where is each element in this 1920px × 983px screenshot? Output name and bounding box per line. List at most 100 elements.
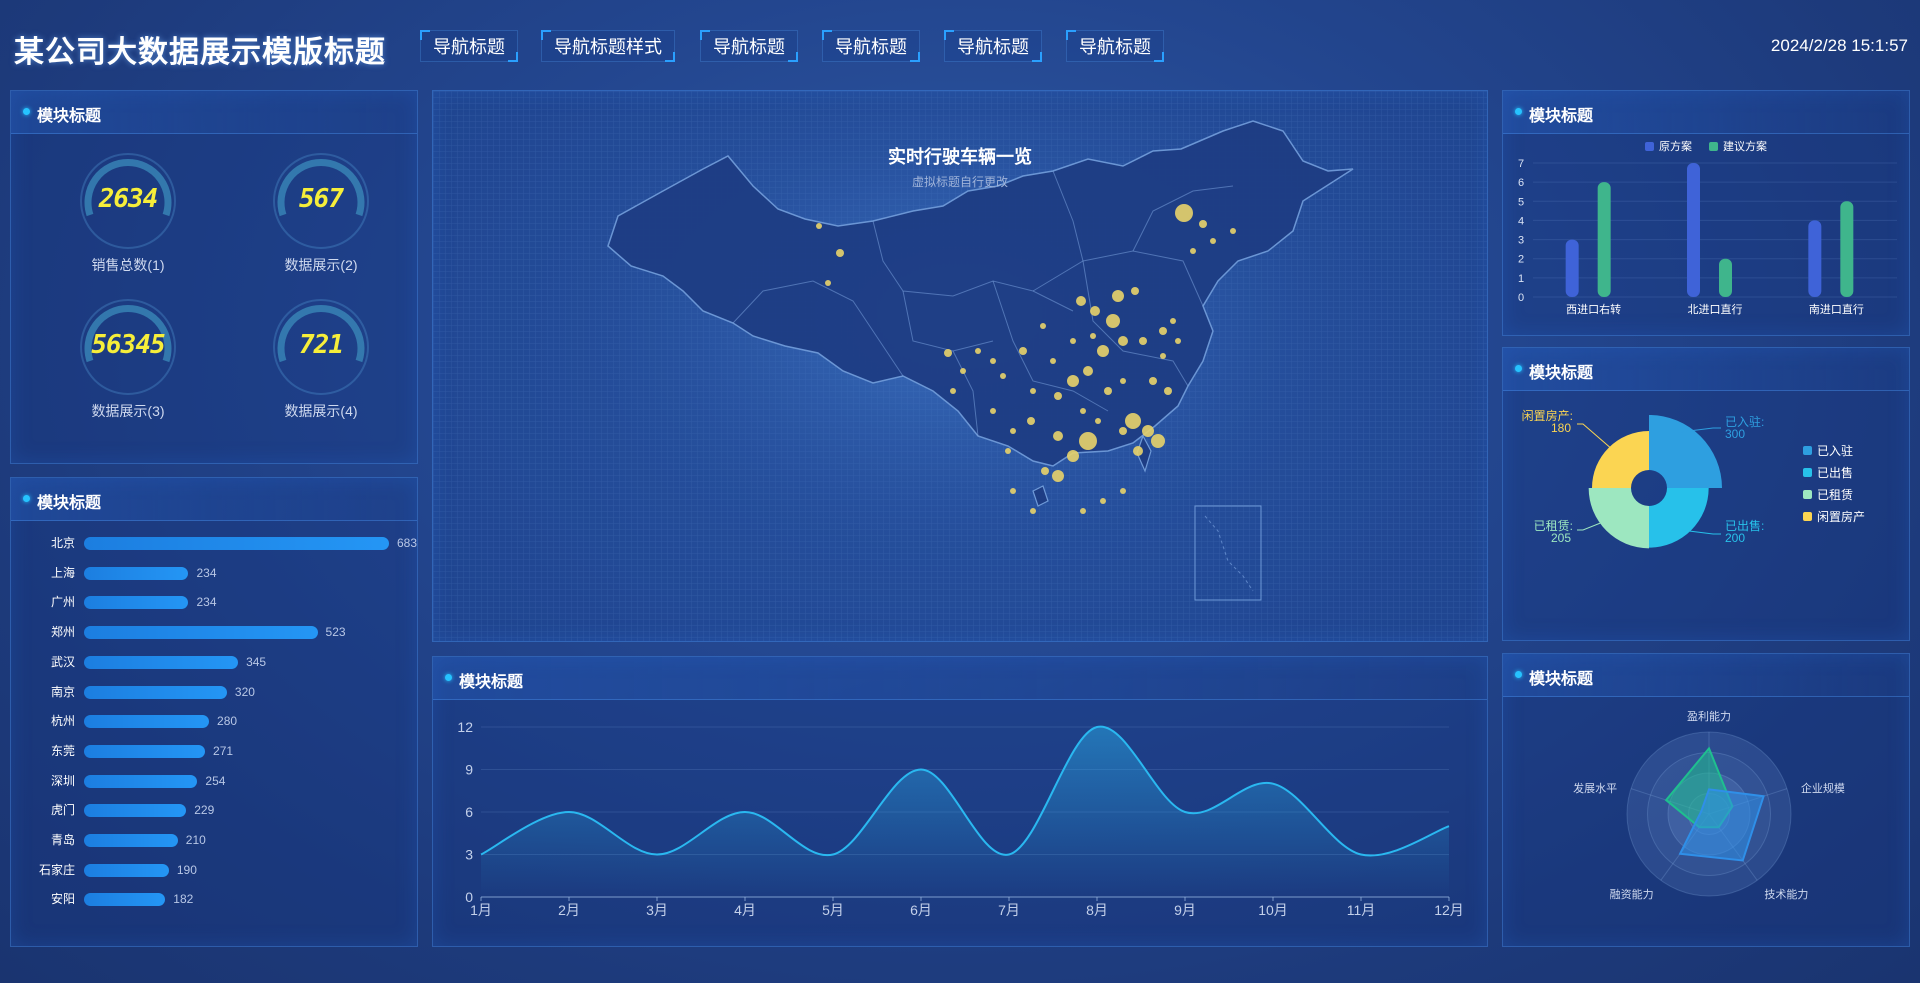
ranking-bar — [84, 863, 169, 877]
slice-value: 200 — [1725, 531, 1745, 545]
radar-chart: 盈利能力企业规模技术能力 融资能力 发展水平 — [1573, 709, 1845, 901]
x-tick-label: 1月 — [470, 902, 492, 918]
ranking-city: 上海 — [50, 565, 75, 580]
bullet-icon — [1515, 365, 1522, 372]
ranking-row: 虎门 229 — [19, 801, 429, 819]
slice-value: 205 — [1551, 531, 1571, 545]
x-tick-label: 8月 — [1086, 902, 1108, 918]
ranking-row: 东莞 271 — [19, 742, 429, 760]
vehicle-dot — [1106, 314, 1120, 328]
vehicle-dot — [1104, 387, 1112, 395]
ranking-value: 234 — [196, 565, 217, 580]
y-tick-label: 6 — [1518, 177, 1524, 189]
vehicle-dot — [1159, 327, 1167, 335]
bar — [1597, 182, 1611, 297]
nav-item-4[interactable]: 导航标题 — [822, 30, 920, 62]
ranking-city: 郑州 — [50, 625, 75, 640]
legend-label: 已出售 — [1817, 465, 1853, 480]
ranking-city: 石家庄 — [38, 862, 75, 877]
vehicle-dot — [1070, 338, 1076, 344]
vehicle-dot — [1120, 378, 1126, 384]
vehicle-dot — [1067, 450, 1079, 462]
vehicle-dot — [1090, 306, 1100, 316]
legend-swatch — [1709, 142, 1718, 151]
panel-header: 模块标题 — [433, 657, 1487, 700]
ranking-value: 190 — [176, 862, 197, 877]
vehicle-dot — [1030, 388, 1036, 394]
vehicle-dot — [1010, 488, 1016, 494]
ranking-bar — [84, 537, 389, 550]
ranking-bar — [84, 893, 166, 907]
radar-indicator-label: 企业规模 — [1801, 781, 1845, 795]
line-chart-panel: 模块标题 0 3 6 9 12 1月 2月 3月 4月 5月 6月 7月 8月 9月 10月 11月 12月 — [432, 656, 1488, 947]
y-tick-label: 0 — [1518, 292, 1524, 304]
ranking-value: 234 — [196, 595, 217, 610]
bullet-icon — [23, 108, 30, 115]
nav-item-2[interactable]: 导航标题样式 — [541, 30, 675, 62]
x-tick-label: 9月 — [1174, 902, 1196, 918]
ranking-value: 229 — [194, 803, 215, 818]
vehicle-dot — [1097, 345, 1109, 357]
vehicle-dot — [990, 408, 996, 414]
x-tick-label: 7月 — [998, 902, 1020, 918]
ranking-bar — [84, 655, 239, 669]
ranking-row: 武汉 345 — [19, 653, 429, 671]
bar — [1840, 201, 1854, 297]
page-title: 某公司大数据展示模版标题 — [14, 36, 386, 69]
gauge-value: 567 — [299, 184, 344, 214]
legend-label: 已租赁 — [1817, 488, 1853, 502]
ranking-bar — [84, 804, 187, 818]
vehicle-dot — [1053, 431, 1063, 441]
slice-value: 180 — [1551, 421, 1571, 435]
ranking-row: 安阳 182 — [19, 890, 429, 908]
nav-item-1[interactable]: 导航标题 — [420, 30, 518, 62]
legend-swatch — [1803, 446, 1812, 455]
x-tick-label: 西进口右转 — [1566, 302, 1621, 316]
donut-panel: 模块标题 已入驻: 300 已入驻 已出售: 200 已出售 已租赁: 205 已租赁 闲置房产:… — [1502, 347, 1910, 641]
vehicle-dot — [816, 223, 822, 229]
vehicle-dot — [1175, 338, 1181, 344]
ranking-city: 虎门 — [50, 803, 75, 818]
vehicle-dot — [1164, 387, 1172, 395]
vehicle-dot — [1112, 290, 1124, 302]
ranking-row: 北京 683 — [19, 534, 429, 552]
nav-item-5[interactable]: 导航标题 — [944, 30, 1042, 62]
clock: 2024/2/28 15:1:57 — [1770, 36, 1908, 55]
vehicle-dot — [1120, 488, 1126, 494]
vehicle-dot — [1210, 238, 1216, 244]
vehicle-dot — [1027, 417, 1035, 425]
vehicle-dot — [1118, 336, 1128, 346]
ranking-row: 深圳 254 — [19, 772, 429, 790]
x-tick-label: 4月 — [734, 902, 756, 918]
ranking-city: 南京 — [50, 684, 75, 699]
nav-item-6[interactable]: 导航标题 — [1066, 30, 1164, 62]
ranking-bar — [84, 596, 189, 610]
ranking-bar — [84, 834, 178, 847]
vehicle-dot — [1142, 425, 1154, 437]
legend-label: 建议方案 — [1723, 139, 1767, 153]
vehicle-dot — [1133, 446, 1143, 456]
ranking-city: 东莞 — [50, 743, 75, 758]
bar — [1565, 239, 1579, 297]
gauge-label: 数据展示(2) — [284, 257, 358, 273]
legend-label: 已入驻 — [1817, 443, 1853, 458]
bar — [1808, 220, 1822, 297]
gauge: 721 数据展示(4) — [266, 297, 376, 419]
rose-donut-chart: 已入驻:300已入驻已出售:200已出售已租赁:205已租赁闲置房产:180闲置… — [1522, 408, 1865, 549]
ranking-city: 青岛 — [50, 833, 75, 847]
x-tick-label: 10月 — [1258, 902, 1288, 918]
ranking-value: 683 — [397, 536, 418, 550]
vehicle-dot — [1030, 508, 1036, 514]
donut-slice — [1649, 415, 1722, 488]
radar-panel: 模块标题 盈利能力 企业规模 技术能力 融资能力 发展水平 — [1502, 653, 1910, 947]
ranking-value: 182 — [173, 892, 194, 907]
vehicle-dot — [1151, 434, 1165, 448]
ranking-row: 广州 234 — [19, 593, 429, 611]
ranking-bar — [84, 626, 318, 640]
y-tick-label: 4 — [1518, 215, 1524, 227]
nav-item-3[interactable]: 导航标题 — [700, 30, 798, 62]
ranking-row: 青岛 210 — [19, 831, 429, 849]
vehicle-dot — [1076, 296, 1086, 306]
vehicle-dot — [825, 280, 831, 286]
legend-swatch — [1645, 142, 1654, 151]
